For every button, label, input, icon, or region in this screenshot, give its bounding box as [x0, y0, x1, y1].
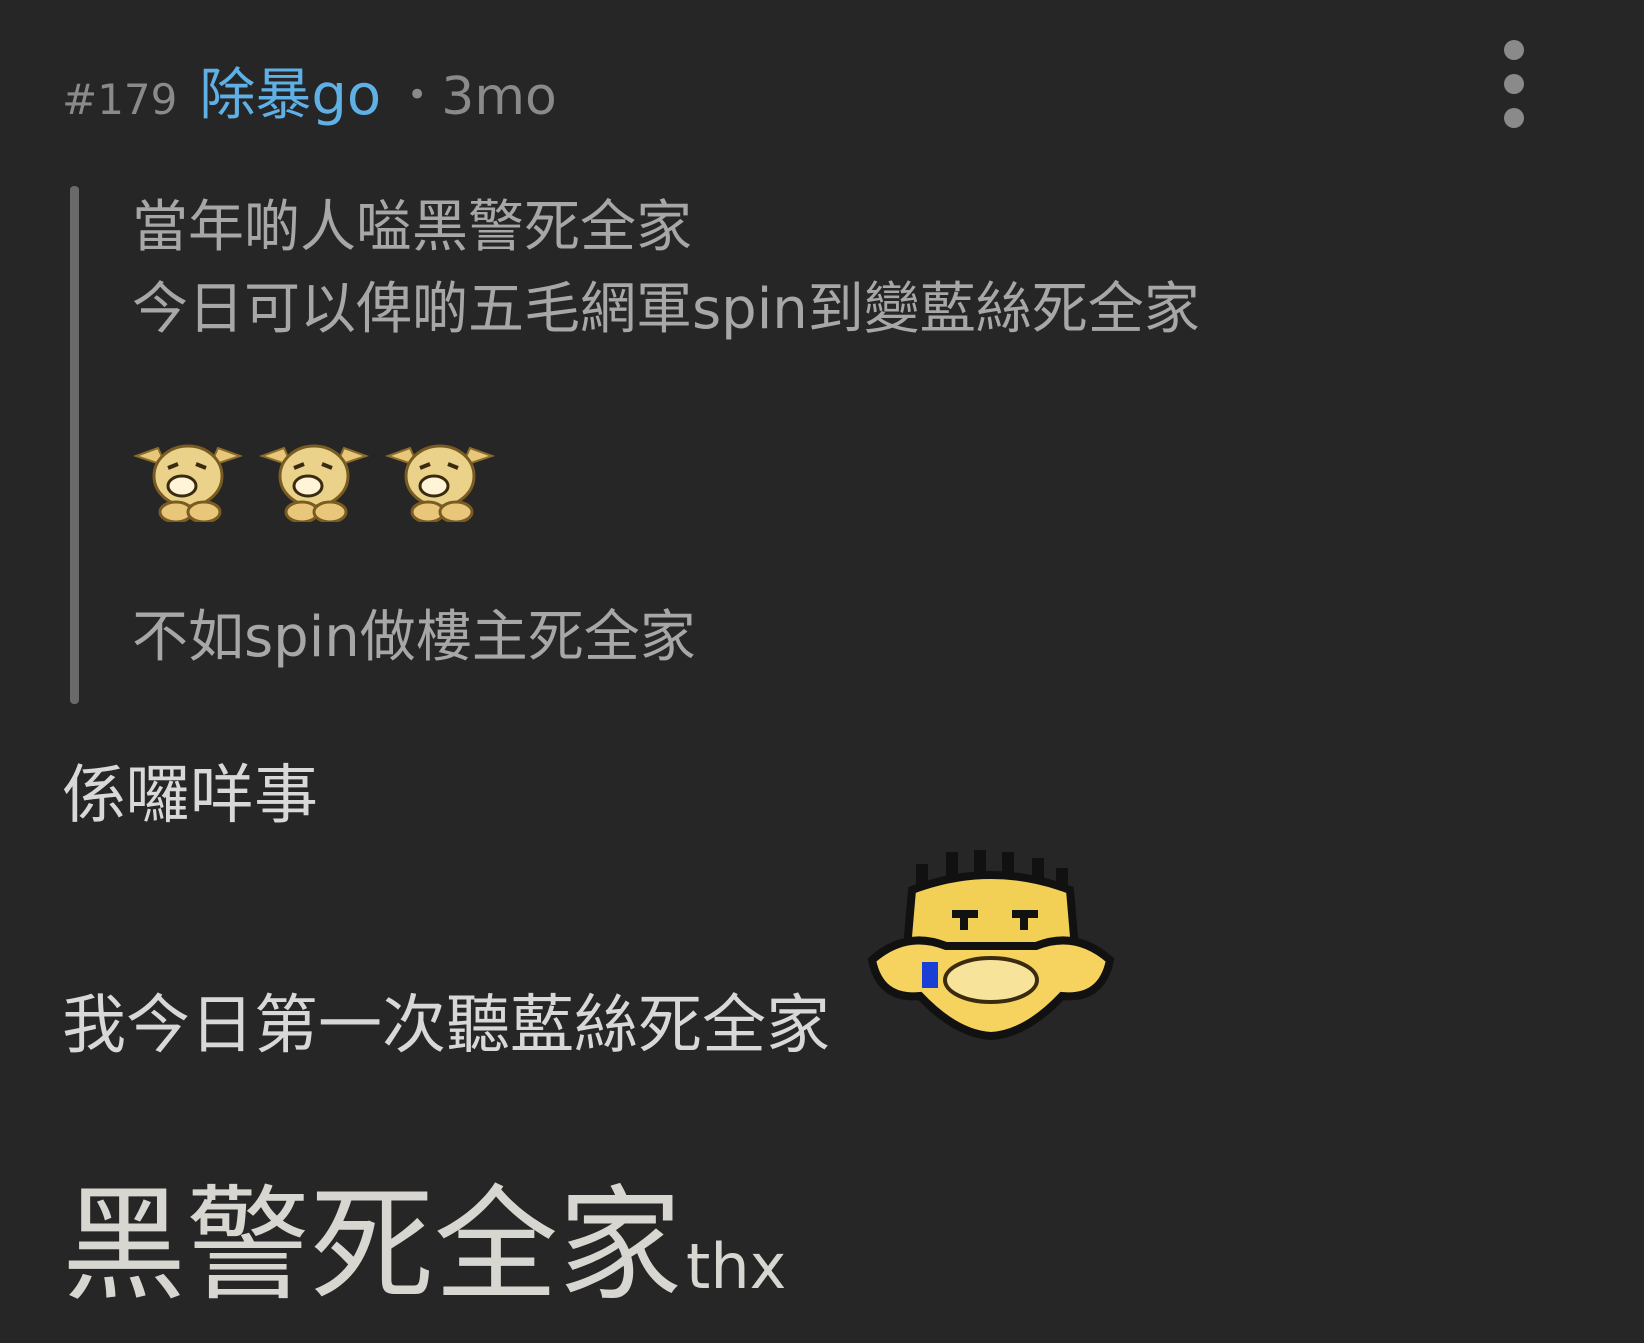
quote-line: 當年啲人嗌黑警死全家	[132, 195, 692, 260]
small-suffix-text: thx	[686, 1230, 787, 1303]
separator-dot: •	[407, 75, 428, 115]
quote-emoji-row	[132, 436, 496, 522]
post-timestamp: 3mo	[441, 67, 557, 127]
dog-laugh-icon	[132, 444, 244, 522]
comment-text-line: 我今日第一次聽藍絲死全家	[62, 989, 830, 1063]
more-vertical-icon	[1504, 40, 1524, 60]
comment-text-line: 係囉咩事	[62, 759, 318, 833]
large-text: 黑警死全家	[62, 1174, 683, 1318]
post-number[interactable]: #179	[62, 75, 177, 124]
quote-line: 不如spin做樓主死全家	[132, 605, 696, 670]
more-options-button[interactable]	[1494, 40, 1534, 132]
psyduck-icon	[867, 850, 1115, 1041]
quote-line: 今日可以俾啲五毛網軍spin到變藍絲死全家	[132, 277, 1200, 342]
dog-laugh-icon	[384, 444, 496, 522]
quoted-reply[interactable]: 當年啲人嗌黑警死全家 今日可以俾啲五毛網軍spin到變藍絲死全家 不如spin做…	[70, 186, 1470, 704]
username-link[interactable]: 除暴go	[199, 50, 381, 131]
post-header: #179 除暴go • 3mo	[62, 50, 557, 128]
emphasis-text: 黑警死全家 thx	[62, 1176, 786, 1316]
quote-bar	[70, 186, 79, 704]
comment-post: #179 除暴go • 3mo 當年啲人嗌黑警死全家 今日可以俾啲五毛網軍spi…	[0, 0, 1644, 1343]
dog-laugh-icon	[258, 444, 370, 522]
